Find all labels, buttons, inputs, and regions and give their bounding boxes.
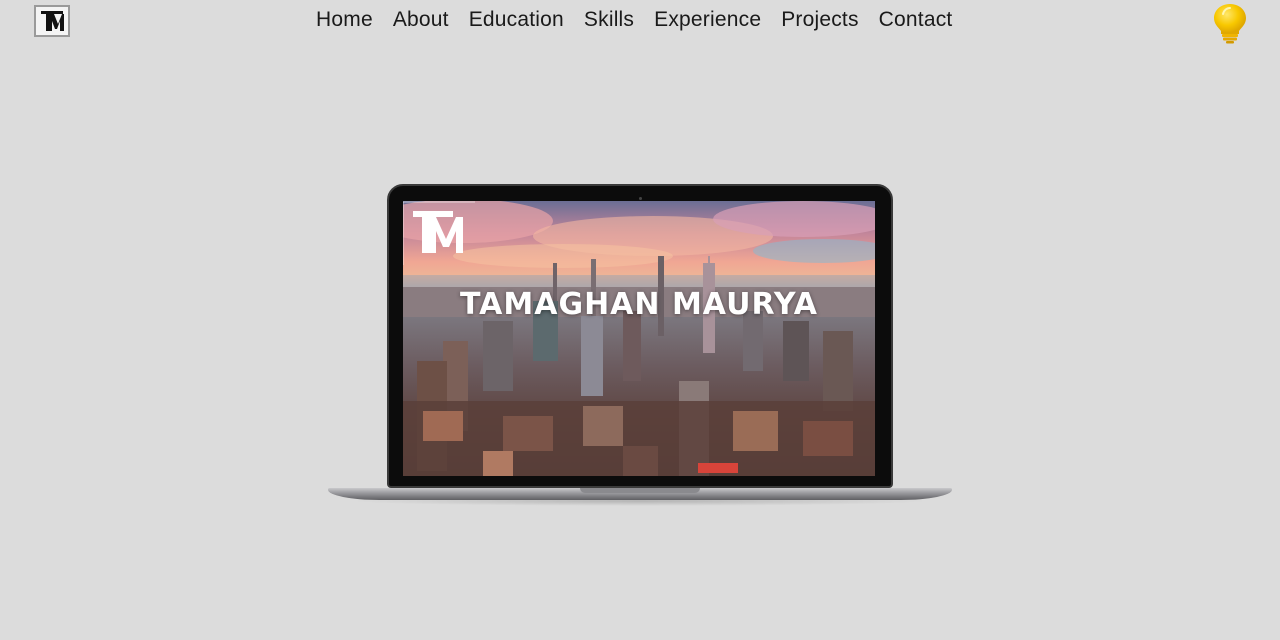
hero-screen: TAMAGHAN MAURYA <box>403 201 875 476</box>
nav-contact[interactable]: Contact <box>869 4 963 36</box>
main-nav: Home About Education Skills Experience P… <box>306 4 962 36</box>
camera-icon <box>639 197 642 200</box>
tm-monogram-icon <box>403 201 475 265</box>
nav-skills[interactable]: Skills <box>574 4 644 36</box>
tm-monogram-icon <box>41 11 64 31</box>
theme-toggle-button[interactable] <box>1210 2 1250 44</box>
site-logo[interactable] <box>34 5 70 37</box>
laptop-notch <box>580 488 700 493</box>
nav-about[interactable]: About <box>383 4 459 36</box>
nav-home[interactable]: Home <box>306 4 383 36</box>
lightbulb-icon <box>1214 4 1246 44</box>
laptop-mockup: TAMAGHAN MAURYA <box>328 184 952 506</box>
nav-education[interactable]: Education <box>459 4 574 36</box>
hero-name: TAMAGHAN MAURYA <box>460 287 818 322</box>
page: Home About Education Skills Experience P… <box>0 0 1280 640</box>
nav-projects[interactable]: Projects <box>771 4 868 36</box>
nav-experience[interactable]: Experience <box>644 4 771 36</box>
